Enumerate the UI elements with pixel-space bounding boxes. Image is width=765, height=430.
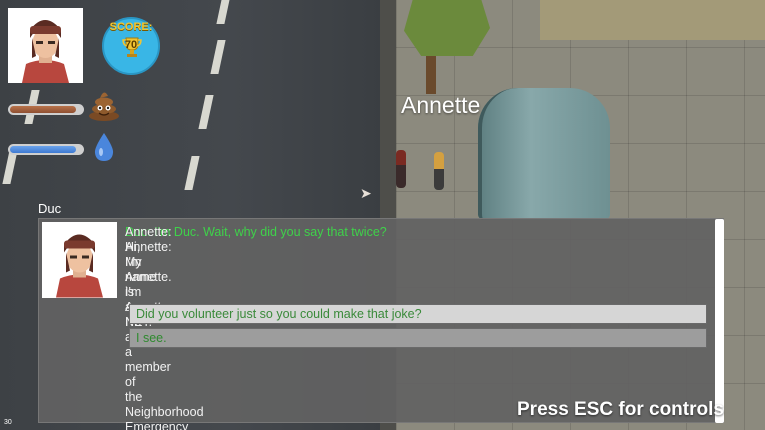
lane-marking: [198, 95, 214, 129]
lane-marking: [210, 40, 226, 74]
dialog-speaker-name: Duc: [38, 201, 62, 216]
hunger-bar: [8, 104, 84, 115]
npc-character-annette[interactable]: [434, 152, 444, 190]
lane-marking: [184, 156, 200, 190]
plaza-area: [540, 0, 765, 40]
fps-counter: 30: [4, 419, 12, 426]
npc-name-label: Annette: [401, 92, 481, 118]
dialog-scrollbar[interactable]: [715, 219, 724, 423]
score-badge: SCORE: 70: [102, 17, 160, 75]
dialog-line-npc: Annette: My name is Annette. I'm also a …: [125, 240, 204, 430]
dialog-log: Annette: Hi, I'm Annette. I'm a NET. Duc…: [125, 225, 705, 430]
dialog-option-i-see[interactable]: I see.: [129, 328, 707, 348]
lane-marking: [216, 0, 232, 24]
bus-shelter-edge: [478, 88, 610, 220]
controls-hint: Press ESC for controls: [517, 399, 724, 420]
player-portrait: [8, 8, 83, 83]
pointer-cursor-icon: ➤: [360, 186, 372, 202]
tree-canopy: [404, 0, 490, 56]
lane-marking: [2, 150, 18, 184]
water-drop-icon: [94, 133, 114, 161]
poop-icon: [89, 92, 119, 121]
score-label: SCORE:: [109, 21, 153, 33]
dialog-options: Did you volunteer just so you could make…: [129, 304, 707, 352]
hunger-bar-fill: [10, 106, 77, 113]
avatar-icon: [42, 222, 117, 298]
dialog-panel: Annette: Hi, I'm Annette. I'm a NET. Duc…: [38, 218, 724, 430]
dialog-line-player: Duc: I'm Duc. Wait, why did you say that…: [125, 225, 387, 239]
thirst-bar-fill: [10, 146, 77, 153]
player-character: [396, 150, 406, 188]
dialog-option-volunteer-joke[interactable]: Did you volunteer just so you could make…: [129, 304, 707, 324]
score-value: 70: [124, 39, 138, 51]
dialog-portrait: [42, 222, 117, 298]
avatar-icon: [8, 8, 83, 83]
thirst-bar: [8, 144, 84, 155]
